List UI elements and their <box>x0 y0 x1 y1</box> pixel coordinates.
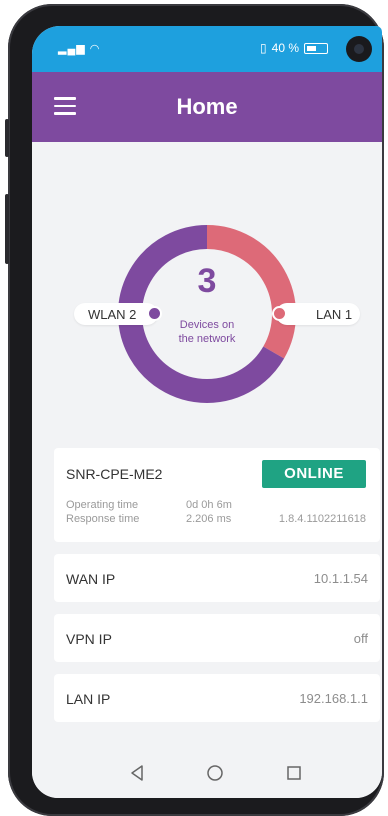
device-card[interactable]: SNR-CPE-ME2 ONLINE Operating time 0d 0h … <box>54 448 380 542</box>
operating-time-label: Operating time <box>66 499 139 511</box>
row-label: WAN IP <box>66 571 116 587</box>
status-bar: ▂▄▆ ◠ ▯ 40 % <box>32 26 382 72</box>
row-value: off <box>353 631 368 646</box>
device-count: 3 <box>197 262 217 300</box>
system-nav-bar <box>32 748 382 798</box>
response-time-value: 2.206 ms <box>186 513 232 525</box>
vibrate-icon: ▯ <box>260 41 267 55</box>
camera-icon <box>346 36 372 62</box>
volume-button <box>5 119 9 157</box>
page-title: Home <box>176 94 238 119</box>
response-time-label: Response time <box>66 513 140 525</box>
firmware-version: 1.8.4.1102211618 <box>278 513 366 525</box>
operating-time-value: 0d 0h 6m <box>186 499 232 511</box>
info-row-wan[interactable]: WAN IP 10.1.1.54 <box>54 554 380 602</box>
info-row-vpn[interactable]: VPN IP off <box>54 614 380 662</box>
device-count-label: Devices on the network <box>157 318 257 346</box>
device-count-label-line1: Devices on <box>179 319 235 331</box>
row-value: 192.168.1.1 <box>299 691 368 706</box>
legend-wlan2[interactable]: WLAN 2 <box>74 303 162 325</box>
network-chart: 3 Devices on the network WLAN 2 LAN 1 <box>32 142 382 442</box>
legend-lan1-label: LAN 1 <box>316 306 353 322</box>
legend-wlan2-label: WLAN 2 <box>88 306 137 322</box>
app-bar: Home <box>32 72 382 142</box>
device-name: SNR-CPE-ME2 <box>66 466 163 482</box>
row-label: VPN IP <box>66 631 112 647</box>
signal-icon: ▂▄▆ <box>58 43 86 55</box>
screen: ▂▄▆ ◠ ▯ 40 % Home 3 Devices on the netwo… <box>32 26 382 798</box>
recents-icon[interactable] <box>285 764 303 782</box>
status-right: ▯ 40 % <box>260 41 328 55</box>
battery-icon <box>304 42 328 54</box>
info-row-lan[interactable]: LAN IP 192.168.1.1 <box>54 674 380 722</box>
status-badge: ONLINE <box>262 460 366 488</box>
lan1-dot-icon <box>272 306 287 321</box>
status-icons: ▂▄▆ ◠ <box>58 42 100 55</box>
back-icon[interactable] <box>128 764 146 782</box>
row-value: 10.1.1.54 <box>313 571 368 586</box>
legend-lan1[interactable]: LAN 1 <box>272 303 360 325</box>
wifi-icon: ◠ <box>89 43 101 55</box>
row-label: LAN IP <box>66 691 111 707</box>
device-count-label-line2: the network <box>178 333 236 345</box>
wlan2-dot-icon <box>147 306 162 321</box>
home-icon[interactable] <box>206 764 224 782</box>
side-button <box>5 194 9 264</box>
battery-text: 40 % <box>271 41 299 55</box>
